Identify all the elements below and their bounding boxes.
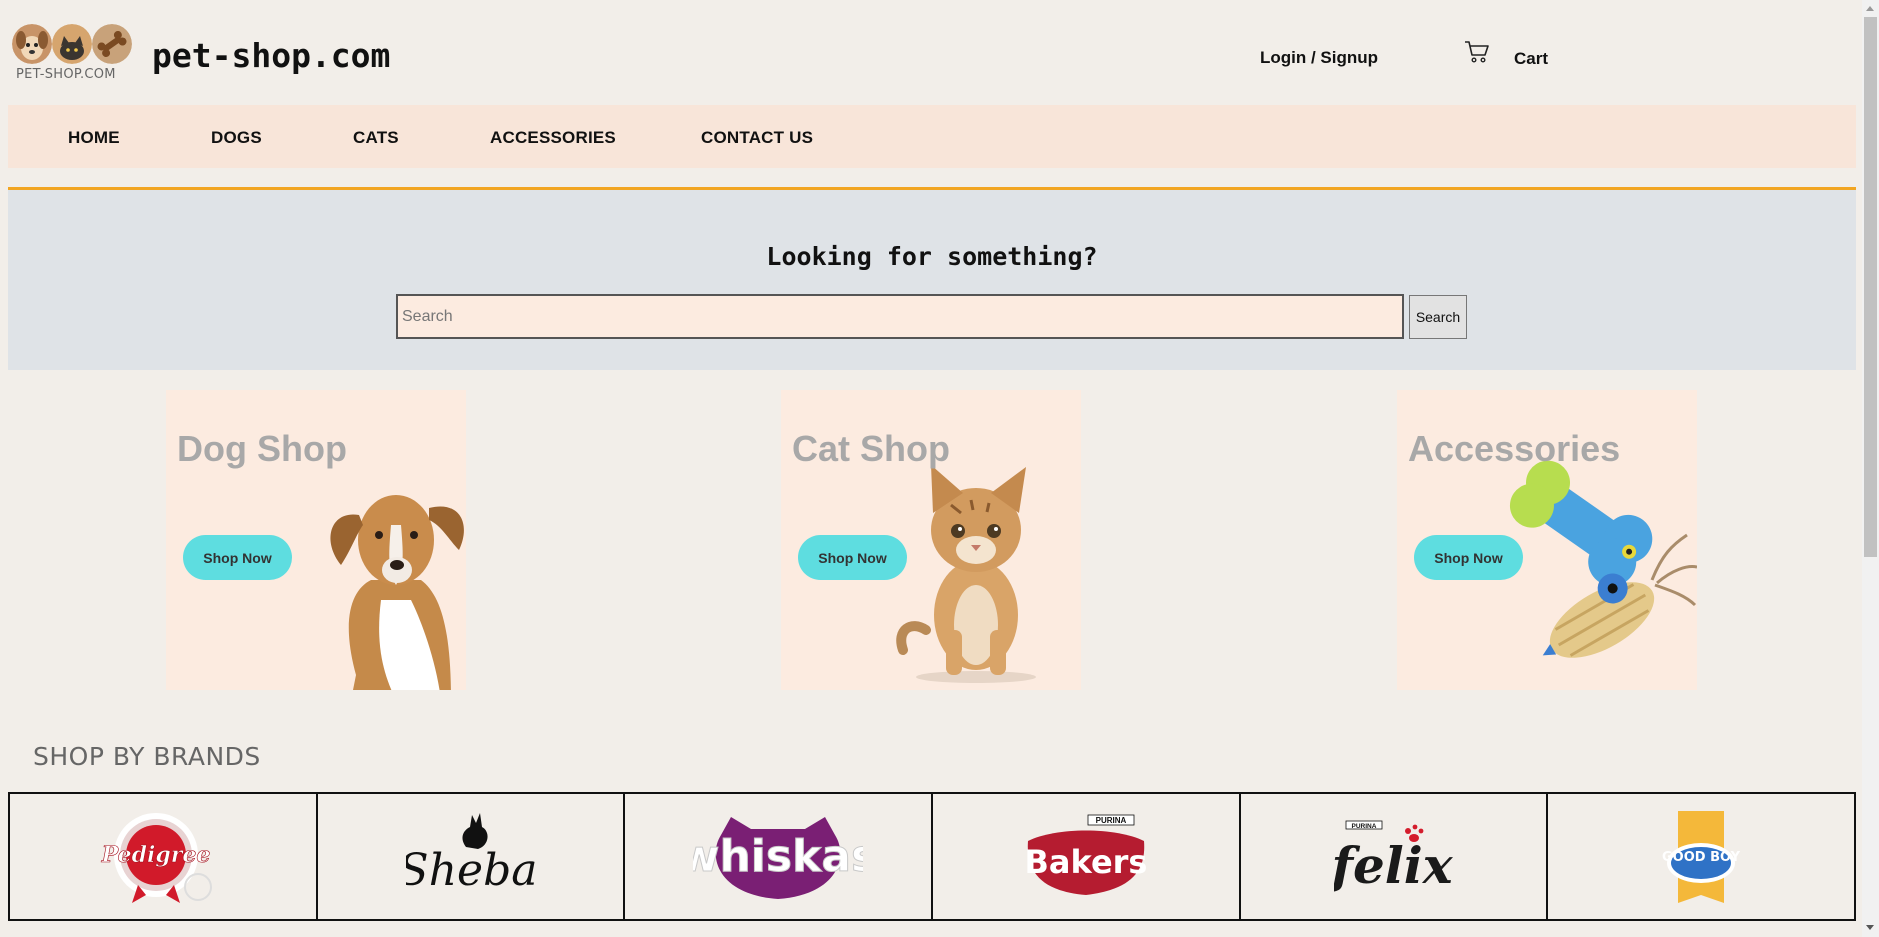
search-heading: Looking for something? — [766, 242, 1098, 271]
bone-icon — [92, 24, 132, 64]
nav-dogs[interactable]: DOGS — [211, 128, 262, 148]
bakers-wordmark: Bakers — [1024, 843, 1147, 881]
felix-logo: PURINA felix — [1334, 820, 1454, 895]
whiskas-logo: whiskas — [693, 816, 863, 899]
scroll-thumb[interactable] — [1864, 17, 1877, 557]
brand-pedigree[interactable]: Pedigree — [10, 794, 318, 919]
scroll-down-arrow-icon[interactable] — [1866, 925, 1874, 930]
search-input[interactable] — [396, 294, 1404, 339]
dog-shop-title: Dog Shop — [177, 428, 347, 469]
page-scrollbar[interactable] — [1862, 0, 1879, 937]
nav-cats[interactable]: CATS — [353, 128, 399, 148]
site-title[interactable]: pet-shop.com — [152, 36, 390, 75]
brands-heading: SHOP BY BRANDS — [33, 742, 261, 771]
login-signup-link[interactable]: Login / Signup — [1260, 48, 1378, 68]
search-button[interactable]: Search — [1409, 295, 1467, 339]
cat-shop-card: Cat Shop Shop Now — [781, 390, 1081, 690]
cat-shop-title: Cat Shop — [792, 428, 950, 469]
dog-face-icon — [12, 24, 52, 64]
scroll-up-arrow-icon[interactable] — [1866, 6, 1874, 11]
brand-felix[interactable]: PURINA felix — [1241, 794, 1549, 919]
pedigree-wordmark: Pedigree — [100, 842, 210, 868]
dog-shop-card: Dog Shop Shop Now — [166, 390, 466, 690]
brand-sheba[interactable]: Sheba — [318, 794, 626, 919]
brand-good-boy[interactable]: GOOD BOY — [1548, 794, 1854, 919]
bakers-purina-tag: PURINA — [1096, 816, 1127, 825]
nav-accessories[interactable]: ACCESSORIES — [490, 128, 616, 148]
nav-home[interactable]: HOME — [68, 128, 120, 148]
dog-shop-now-button[interactable]: Shop Now — [183, 535, 292, 580]
brand-bakers[interactable]: PURINA Bakers — [933, 794, 1241, 919]
pedigree-logo: Pedigree — [100, 812, 212, 903]
felix-wordmark: felix — [1334, 836, 1454, 895]
kitten-image — [896, 465, 1036, 683]
dog-image — [330, 495, 464, 690]
brand-whiskas[interactable]: whiskas — [625, 794, 934, 919]
sheba-wordmark: Sheba — [406, 845, 536, 896]
good-boy-logo: GOOD BOY — [1662, 810, 1741, 903]
sheba-logo: Sheba — [406, 812, 536, 896]
search-section: Looking for something? Search — [8, 190, 1856, 370]
cat-face-icon — [52, 24, 92, 64]
cat-shop-now-button[interactable]: Shop Now — [798, 535, 907, 580]
brands-row: Pedigree Sheba whiskas PURINA Bakers PUR… — [8, 792, 1856, 921]
accessories-title: Accessories — [1408, 428, 1621, 469]
felix-purina-tag: PURINA — [1351, 823, 1376, 830]
nav-contact-us[interactable]: CONTACT US — [701, 128, 813, 148]
logo-caption: PET-SHOP.COM — [16, 67, 116, 82]
main-nav: HOME DOGS CATS ACCESSORIES CONTACT US — [8, 105, 1856, 168]
accessories-card: Accessories Shop Now — [1397, 390, 1697, 690]
good-boy-wordmark: GOOD BOY — [1662, 850, 1741, 865]
whiskas-wordmark: whiskas — [693, 831, 863, 882]
bakers-logo: PURINA Bakers — [1024, 814, 1147, 895]
cart-label: Cart — [1514, 48, 1549, 68]
cart-link[interactable]: Cart — [1464, 40, 1548, 69]
cart-icon — [1464, 40, 1490, 69]
accessories-shop-now-button[interactable]: Shop Now — [1414, 535, 1523, 580]
site-logo[interactable]: PET-SHOP.COM — [12, 24, 134, 86]
